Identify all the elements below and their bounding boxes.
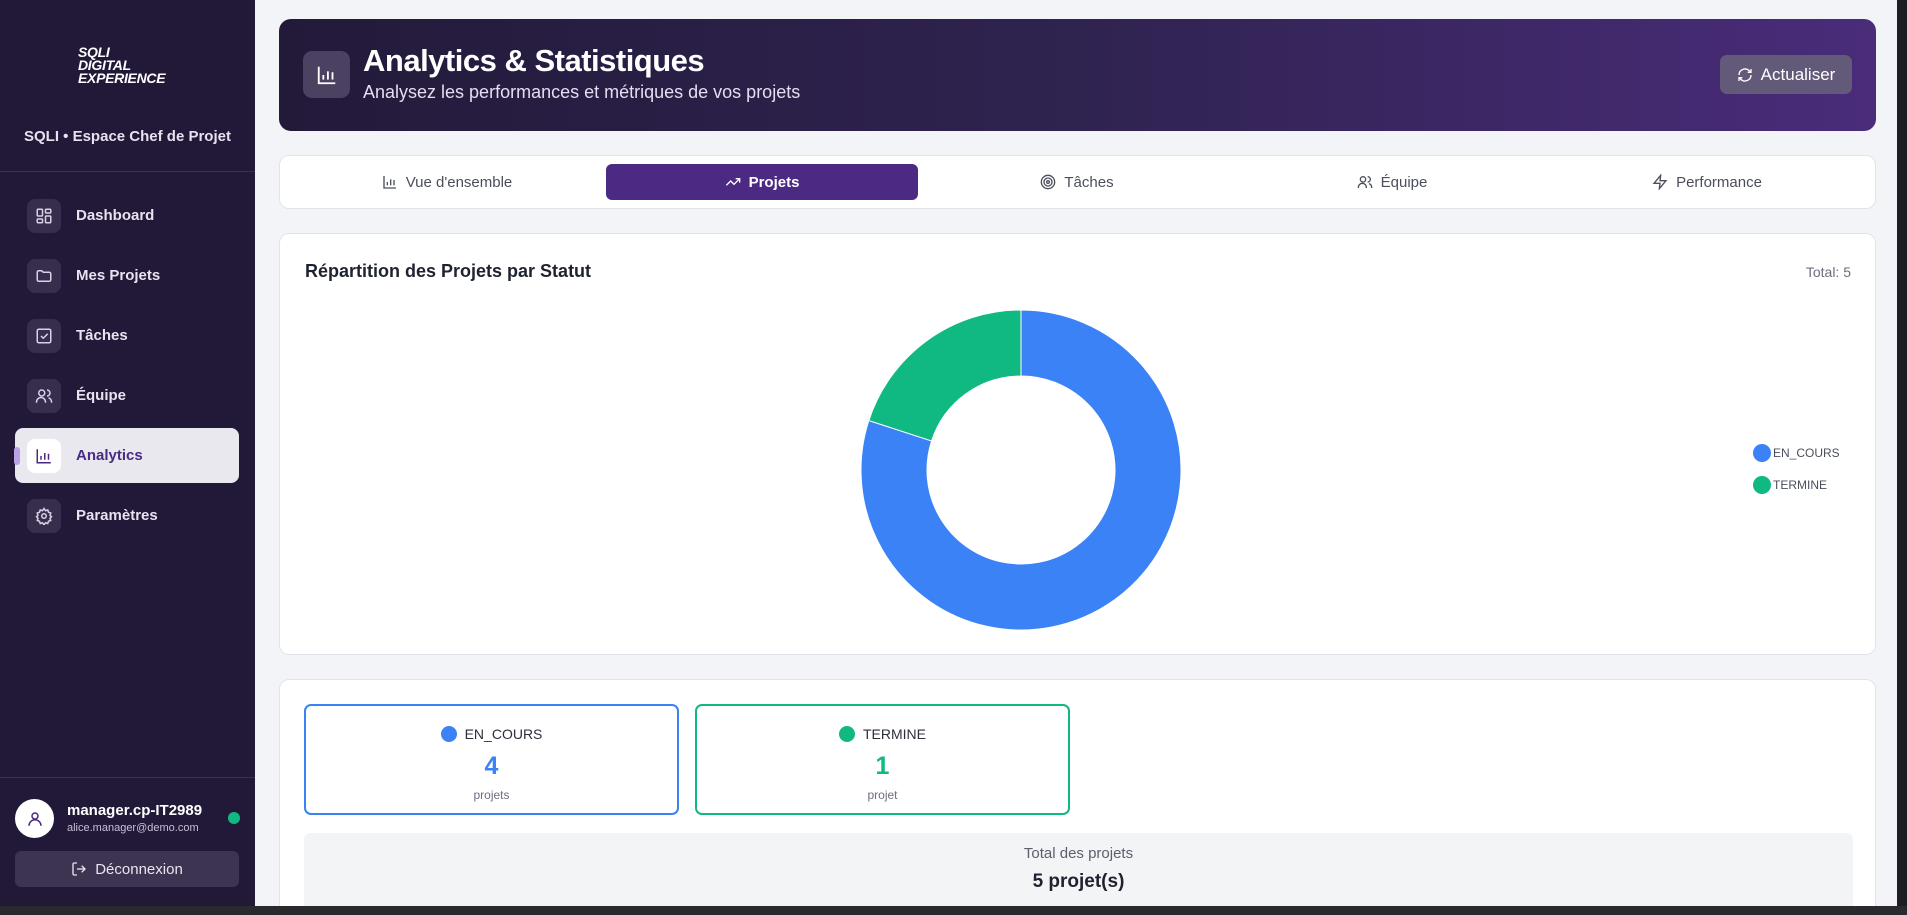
logo-line-3: EXPERIENCE <box>78 70 166 86</box>
sidebar-item-label: Analytics <box>76 447 143 464</box>
taskbar-strip <box>0 906 1907 915</box>
bar-chart-icon <box>27 438 61 473</box>
total-label: Total des projets <box>1023 845 1134 862</box>
legend-label: EN_COURS <box>1773 446 1840 460</box>
zap-icon <box>1652 174 1668 190</box>
sidebar-item-label: Paramètres <box>76 507 158 524</box>
sidebar-item-label: Mes Projets <box>76 267 161 284</box>
users-icon <box>27 378 61 413</box>
stat-unit: projet <box>867 788 898 802</box>
folder-icon <box>27 258 61 293</box>
logout-label: Déconnexion <box>95 860 183 878</box>
checkbox-icon <box>27 318 61 353</box>
stat-card-termine: TERMINE 1 projet <box>695 704 1070 815</box>
total-projects-box: Total des projets 5 projet(s) <box>304 833 1853 913</box>
sidebar-item-label: Tâches <box>76 327 128 344</box>
space-title: SQLI • Espace Chef de Projet <box>24 128 231 145</box>
user-icon <box>27 811 42 826</box>
sidebar-item-label: Dashboard <box>76 207 155 224</box>
stat-count: 4 <box>484 752 499 780</box>
stat-status-label: EN_COURS <box>464 726 543 742</box>
logout-icon <box>72 862 87 876</box>
tab-label: Projets <box>748 173 800 191</box>
tab-projets[interactable]: Projets <box>606 164 918 200</box>
legend-item[interactable]: EN_COURS <box>1753 444 1840 462</box>
avatar[interactable] <box>15 799 54 838</box>
status-chart-card: Répartition des Projets par Statut Total… <box>279 233 1876 655</box>
stat-unit: projets <box>473 788 510 802</box>
sidebar-item-parametres[interactable]: Paramètres <box>15 488 239 543</box>
online-status-dot <box>228 812 240 824</box>
logout-button[interactable]: Déconnexion <box>15 851 239 887</box>
sqli-logo: SQLI DIGITAL EXPERIENCE <box>78 45 188 86</box>
sidebar-item-equipe[interactable]: Équipe <box>15 368 239 423</box>
gear-icon <box>27 498 61 533</box>
sidebar: SQLI DIGITAL EXPERIENCE SQLI • Espace Ch… <box>0 0 255 906</box>
status-dot <box>440 726 457 742</box>
trending-up-icon <box>725 178 740 186</box>
user-email: alice.manager@demo.com <box>67 822 199 834</box>
sidebar-divider <box>0 171 255 172</box>
legend-item[interactable]: TERMINE <box>1753 476 1827 494</box>
tab-performance[interactable]: Performance <box>1551 164 1863 200</box>
refresh-button[interactable]: Actualiser <box>1720 55 1852 94</box>
bar-chart-icon <box>303 51 350 98</box>
sidebar-item-label: Équipe <box>76 387 127 404</box>
tab-label: Performance <box>1676 173 1762 191</box>
status-stats-card: EN_COURS 4 projets TERMINE 1 projet Tota… <box>279 679 1876 915</box>
analytics-tabs: Vue d'ensemble Projets Tâches Équipe Per… <box>279 155 1876 209</box>
tab-vue-ensemble[interactable]: Vue d'ensemble <box>291 164 603 200</box>
refresh-label: Actualiser <box>1760 64 1836 84</box>
legend-label: TERMINE <box>1773 478 1827 492</box>
sidebar-item-mes-projets[interactable]: Mes Projets <box>15 248 239 303</box>
user-divider <box>0 777 255 778</box>
sidebar-item-analytics[interactable]: Analytics <box>15 428 239 483</box>
stat-status-label: TERMINE <box>863 726 926 742</box>
status-dot <box>839 726 855 742</box>
legend-swatch <box>1753 444 1771 462</box>
active-indicator <box>14 447 20 465</box>
refresh-icon <box>1738 67 1752 82</box>
sidebar-item-taches[interactable]: Tâches <box>15 308 239 363</box>
target-icon <box>1041 174 1056 190</box>
page-subtitle: Analysez les performances et métriques d… <box>363 82 801 102</box>
tab-label: Vue d'ensemble <box>405 173 513 191</box>
users-icon <box>1357 176 1372 188</box>
tab-label: Équipe <box>1380 173 1428 191</box>
page-title: Analytics & Statistiques <box>363 43 705 78</box>
stat-card-en-cours: EN_COURS 4 projets <box>304 704 679 815</box>
donut-chart <box>860 309 1182 631</box>
bar-chart-icon <box>383 176 396 189</box>
stat-count: 1 <box>875 752 890 780</box>
tab-taches[interactable]: Tâches <box>921 164 1233 200</box>
total-value: 5 projet(s) <box>1032 871 1125 892</box>
user-name: manager.cp-IT2989 <box>67 802 203 819</box>
legend-swatch <box>1753 476 1771 494</box>
tab-label: Tâches <box>1064 173 1114 191</box>
dashboard-icon <box>27 198 61 233</box>
donut-slice-termine[interactable] <box>868 309 1022 442</box>
window-edge <box>1897 0 1907 906</box>
sidebar-item-dashboard[interactable]: Dashboard <box>15 188 239 243</box>
page-header: Analytics & Statistiques Analysez les pe… <box>279 19 1876 131</box>
tab-equipe[interactable]: Équipe <box>1236 164 1548 200</box>
